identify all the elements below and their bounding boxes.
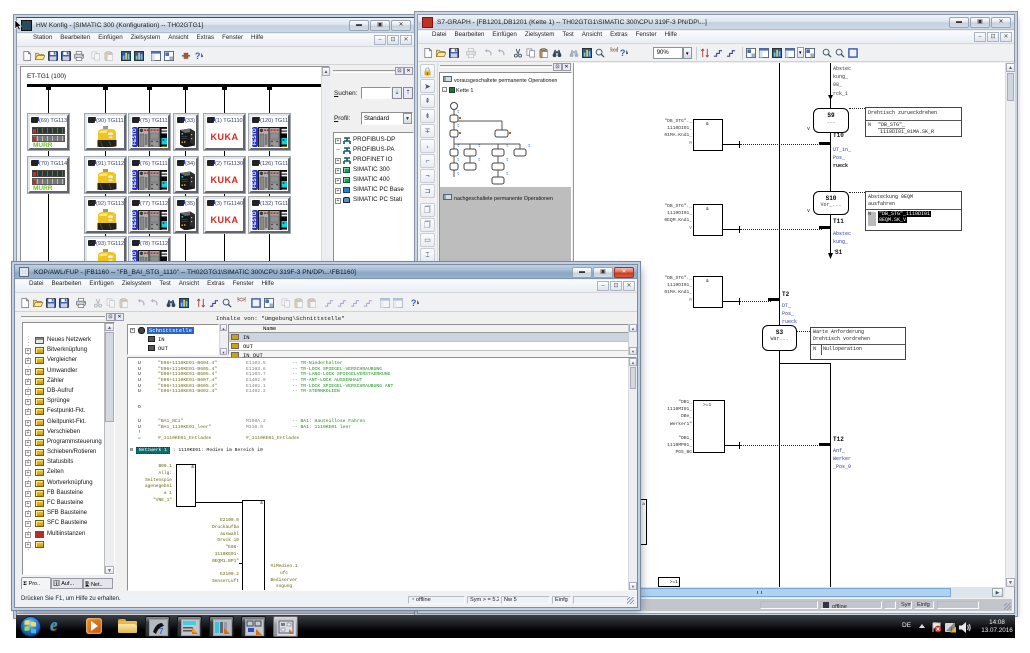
svg-text:7: 7 (159, 627, 164, 636)
svg-text:t: t (506, 171, 509, 177)
svg-text:t: t (478, 143, 481, 149)
svg-text:t: t (457, 143, 460, 149)
svg-text:t: t (457, 157, 460, 163)
svg-text:t: t (528, 143, 531, 149)
svg-text:t: t (506, 157, 509, 163)
svg-text:t: t (478, 157, 481, 163)
svg-text:t: t (506, 143, 509, 149)
svg-text:t: t (457, 109, 460, 115)
svg-text:t: t (457, 123, 460, 129)
svg-text:t: t (457, 171, 460, 177)
